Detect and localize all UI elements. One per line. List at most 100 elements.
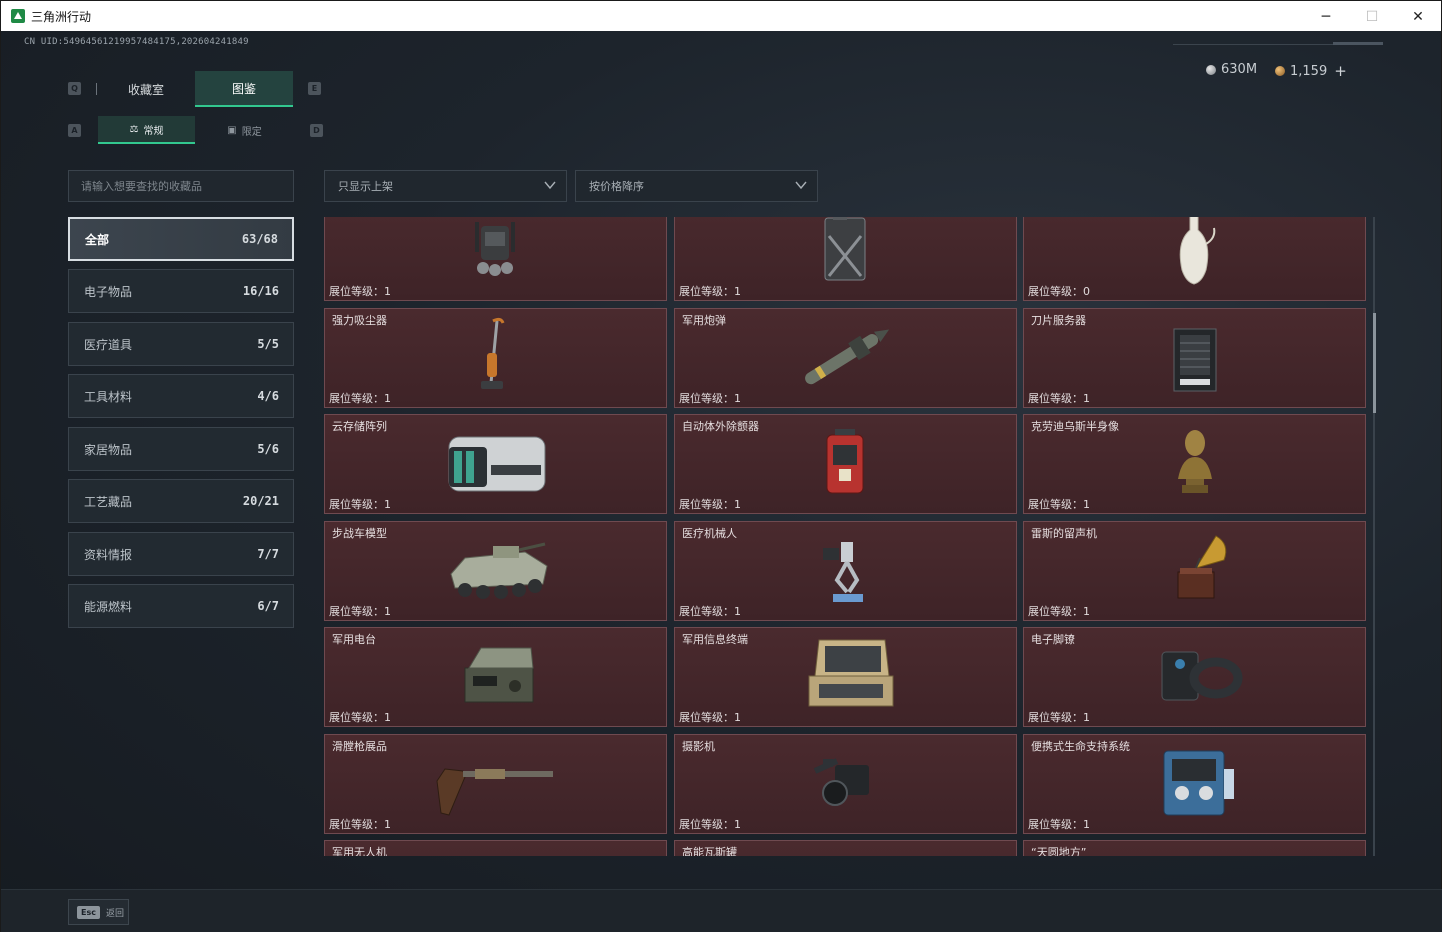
collection-card[interactable]: 克劳迪乌斯半身像 展位等级：1 <box>1023 414 1366 514</box>
collection-card[interactable]: 军用炮弹 展位等级：1 <box>674 308 1017 408</box>
category-crafts[interactable]: 工艺藏品 20/21 <box>68 479 294 523</box>
silver-currency: 630M <box>1206 62 1257 77</box>
sort-dropdown[interactable]: 按价格降序 <box>575 170 818 202</box>
musket-icon <box>436 768 553 816</box>
collection-card[interactable]: 军用信息终端 展位等级：1 <box>674 627 1017 727</box>
item-level: 展位等级：1 <box>329 498 391 511</box>
maximize-button[interactable]: ☐ <box>1349 1 1395 32</box>
vacuum-icon <box>481 317 505 389</box>
collection-card[interactable]: 军用电台 展位等级：1 <box>324 627 667 727</box>
shelf-filter-dropdown[interactable]: 只显示上架 <box>324 170 567 202</box>
collection-card[interactable]: 步战车模型 展位等级：1 <box>324 521 667 621</box>
category-energy[interactable]: 能源燃料 6/7 <box>68 584 294 628</box>
minimize-button[interactable]: ─ <box>1303 1 1349 32</box>
category-household[interactable]: 家居物品 5/6 <box>68 427 294 471</box>
item-name: 医疗机械人 <box>682 527 737 540</box>
item-level: 展位等级：1 <box>329 605 391 618</box>
item-level: 展位等级：1 <box>1028 392 1090 405</box>
item-level: 展位等级：1 <box>679 498 741 511</box>
window-controls: ─ ☐ ✕ <box>1303 1 1441 32</box>
grid-scrollbar-thumb[interactable] <box>1373 313 1376 413</box>
collection-card[interactable]: 自动体外除颤器 展位等级：1 <box>674 414 1017 514</box>
esc-key-hint: Esc <box>77 905 100 919</box>
category-label: 家居物品 <box>84 442 133 457</box>
category-all[interactable]: 全部 63/68 <box>68 217 294 261</box>
bottom-bar: Esc 返回 <box>1 889 1442 932</box>
category-label: 电子物品 <box>84 284 133 299</box>
window-title: 三角洲行动 <box>31 9 92 24</box>
chevron-down-icon <box>544 181 556 190</box>
subtab-limited[interactable]: ▣ 限定 <box>196 116 293 144</box>
category-label: 全部 <box>85 232 110 247</box>
collection-card[interactable]: 强力吸尘器 展位等级：1 <box>324 308 667 408</box>
item-level: 展位等级：1 <box>1028 605 1090 618</box>
category-label: 工艺藏品 <box>84 494 133 509</box>
tab-next-key: E <box>308 82 321 95</box>
collection-card[interactable]: 军用无人机 <box>324 840 667 856</box>
category-electronics[interactable]: 电子物品 16/16 <box>68 269 294 313</box>
category-label: 资料情报 <box>84 547 133 562</box>
item-name: 刀片服务器 <box>1031 314 1086 327</box>
category-count: 4/6 <box>257 389 279 403</box>
item-name: 强力吸尘器 <box>332 314 387 327</box>
close-button[interactable]: ✕ <box>1395 1 1441 32</box>
jerrycan-icon <box>824 217 866 281</box>
vase-icon <box>1179 217 1216 285</box>
sort-value: 按价格降序 <box>589 180 644 193</box>
category-count: 5/6 <box>257 442 279 456</box>
item-level: 展位等级：1 <box>329 711 391 724</box>
tab-catalog[interactable]: 图鉴 <box>195 71 293 107</box>
collection-card[interactable]: 刀片服务器 展位等级：1 <box>1023 308 1366 408</box>
player-uid: CN UID:5496456121995748417​5,2026042418​… <box>24 37 249 47</box>
category-intel[interactable]: 资料情报 7/7 <box>68 532 294 576</box>
back-label: 返回 <box>105 908 124 919</box>
collection-card[interactable]: “天圆地方” <box>1023 840 1366 856</box>
terminal-icon <box>808 639 894 707</box>
chevron-down-icon <box>795 181 807 190</box>
item-level: 展位等级：1 <box>679 711 741 724</box>
category-count: 5/5 <box>257 337 279 351</box>
item-name: 步战车模型 <box>332 527 387 540</box>
missile-icon <box>805 329 890 385</box>
server-icon <box>1173 328 1217 392</box>
collection-card[interactable]: 电子脚镣 展位等级：1 <box>1023 627 1366 727</box>
top-divider-accent <box>1333 42 1383 45</box>
item-level: 展位等级：1 <box>679 392 741 405</box>
item-level: 展位等级：1 <box>1028 498 1090 511</box>
collection-card[interactable]: 医疗机械人 展位等级：1 <box>674 521 1017 621</box>
item-name: 高能瓦斯罐 <box>682 846 737 856</box>
collection-card[interactable]: 高能瓦斯罐 <box>674 840 1017 856</box>
item-level: 展位等级：0 <box>1028 285 1090 298</box>
shelf-filter-value: 只显示上架 <box>338 180 393 193</box>
collection-card[interactable]: 滑膛枪展品 展位等级：1 <box>324 734 667 834</box>
subtab-regular-label: 常规 <box>143 125 164 137</box>
collection-card[interactable]: 云存储阵列 展位等级：1 <box>324 414 667 514</box>
game-area: CN UID:5496456121995748417​5,2026042418​… <box>0 31 1442 932</box>
collection-card[interactable]: 便携式生命支持系统 展位等级：1 <box>1023 734 1366 834</box>
tab-collection-room[interactable]: 收藏室 <box>97 71 195 107</box>
item-name: 便携式生命支持系统 <box>1031 740 1130 753</box>
radio-icon <box>464 647 534 703</box>
collection-card[interactable]: 展位等级：0 <box>1023 217 1366 301</box>
item-level: 展位等级：1 <box>329 392 391 405</box>
item-level: 展位等级：1 <box>679 818 741 831</box>
category-medical[interactable]: 医疗道具 5/5 <box>68 322 294 366</box>
defibrillator-icon <box>826 429 864 494</box>
category-tools[interactable]: 工具材料 4/6 <box>68 374 294 418</box>
item-name: 军用无人机 <box>332 846 387 856</box>
back-button[interactable]: Esc 返回 <box>68 899 129 925</box>
flask-icon: ⚖ <box>129 123 139 135</box>
collection-card[interactable]: 摄影机 展位等级：1 <box>674 734 1017 834</box>
subtab-next-key: D <box>310 124 323 137</box>
search-input[interactable] <box>68 170 294 202</box>
item-level: 展位等级：1 <box>679 285 741 298</box>
life-support-icon <box>1163 750 1234 816</box>
collection-card[interactable]: 展位等级：1 <box>324 217 667 301</box>
subtab-regular[interactable]: ⚖ 常规 <box>98 116 195 144</box>
collection-grid: 展位等级：1 展位等级：1 展位等级：0 强力吸尘器 展位等级：1 军用炮弹 展… <box>323 217 1368 856</box>
collection-card[interactable]: 展位等级：1 <box>674 217 1017 301</box>
add-currency-button[interactable]: + <box>1334 62 1347 80</box>
collection-card[interactable]: 雷斯的留声机 展位等级：1 <box>1023 521 1366 621</box>
category-label: 医疗道具 <box>84 337 133 352</box>
category-count: 63/68 <box>241 232 278 246</box>
